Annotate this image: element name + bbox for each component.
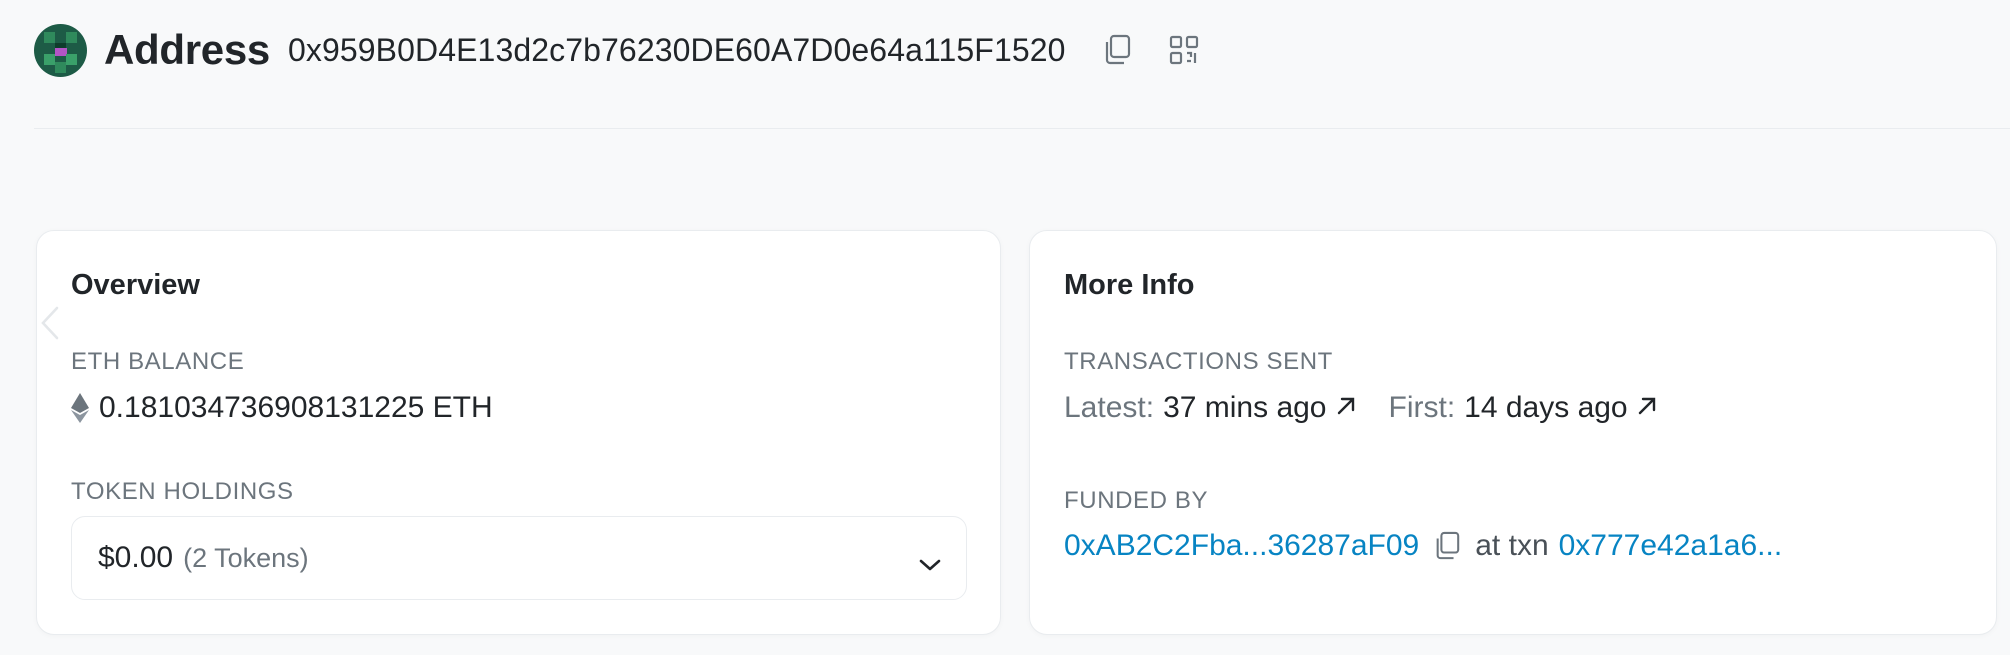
token-holdings-value: $0.00 — [98, 541, 174, 574]
ethereum-icon — [71, 393, 89, 423]
address-avatar — [34, 23, 87, 77]
funded-by-label: FUNDED BY — [1064, 487, 1209, 514]
token-holdings-label: TOKEN HOLDINGS — [71, 478, 294, 505]
chevron-left-icon[interactable] — [40, 306, 60, 345]
latest-label: Latest: — [1064, 391, 1155, 424]
token-holdings-dropdown[interactable]: $0.00 (2 Tokens) — [71, 516, 967, 600]
arrow-up-right-icon[interactable] — [1335, 391, 1357, 425]
eth-balance-value: 0.181034736908131225 ETH — [71, 391, 493, 425]
token-holdings-count: (2 Tokens) — [183, 542, 309, 573]
eth-balance-label: ETH BALANCE — [71, 348, 245, 375]
qr-code-icon[interactable] — [1167, 33, 1201, 67]
more-info-card: More Info TRANSACTIONS SENT Latest: 37 m… — [1029, 230, 1997, 635]
funding-txn-link[interactable]: 0x777e42a1a6... — [1559, 529, 1783, 563]
copy-icon[interactable] — [1433, 531, 1461, 561]
overview-card: Overview ETH BALANCE 0.18103473690813122… — [36, 230, 1001, 635]
latest-value: 37 mins ago — [1163, 391, 1327, 424]
first-label: First: — [1388, 391, 1456, 424]
page-header: Address 0x959B0D4E13d2c7b76230DE60A7D0e6… — [34, 22, 1201, 78]
chevron-down-icon — [918, 547, 942, 581]
funded-by-row: 0xAB2C2Fba...36287aF09 at txn 0x777e42a1… — [1064, 529, 1782, 563]
funded-by-address-link[interactable]: 0xAB2C2Fba...36287aF09 — [1064, 529, 1419, 563]
transactions-sent-label: TRANSACTIONS SENT — [1064, 348, 1333, 375]
address-hash: 0x959B0D4E13d2c7b76230DE60A7D0e64a115F15… — [287, 31, 1066, 68]
at-txn-label: at txn — [1475, 529, 1549, 562]
more-info-title: More Info — [1064, 269, 1195, 301]
transactions-sent-row: Latest: 37 mins ago First: 14 days ago — [1064, 391, 1658, 425]
page-title: Address — [104, 26, 270, 73]
arrow-up-right-icon[interactable] — [1636, 391, 1658, 425]
header-divider — [34, 128, 2010, 129]
first-value: 14 days ago — [1464, 391, 1628, 424]
eth-balance-amount: 0.181034736908131225 ETH — [99, 391, 493, 424]
overview-title: Overview — [71, 269, 200, 301]
copy-icon[interactable] — [1100, 33, 1134, 67]
